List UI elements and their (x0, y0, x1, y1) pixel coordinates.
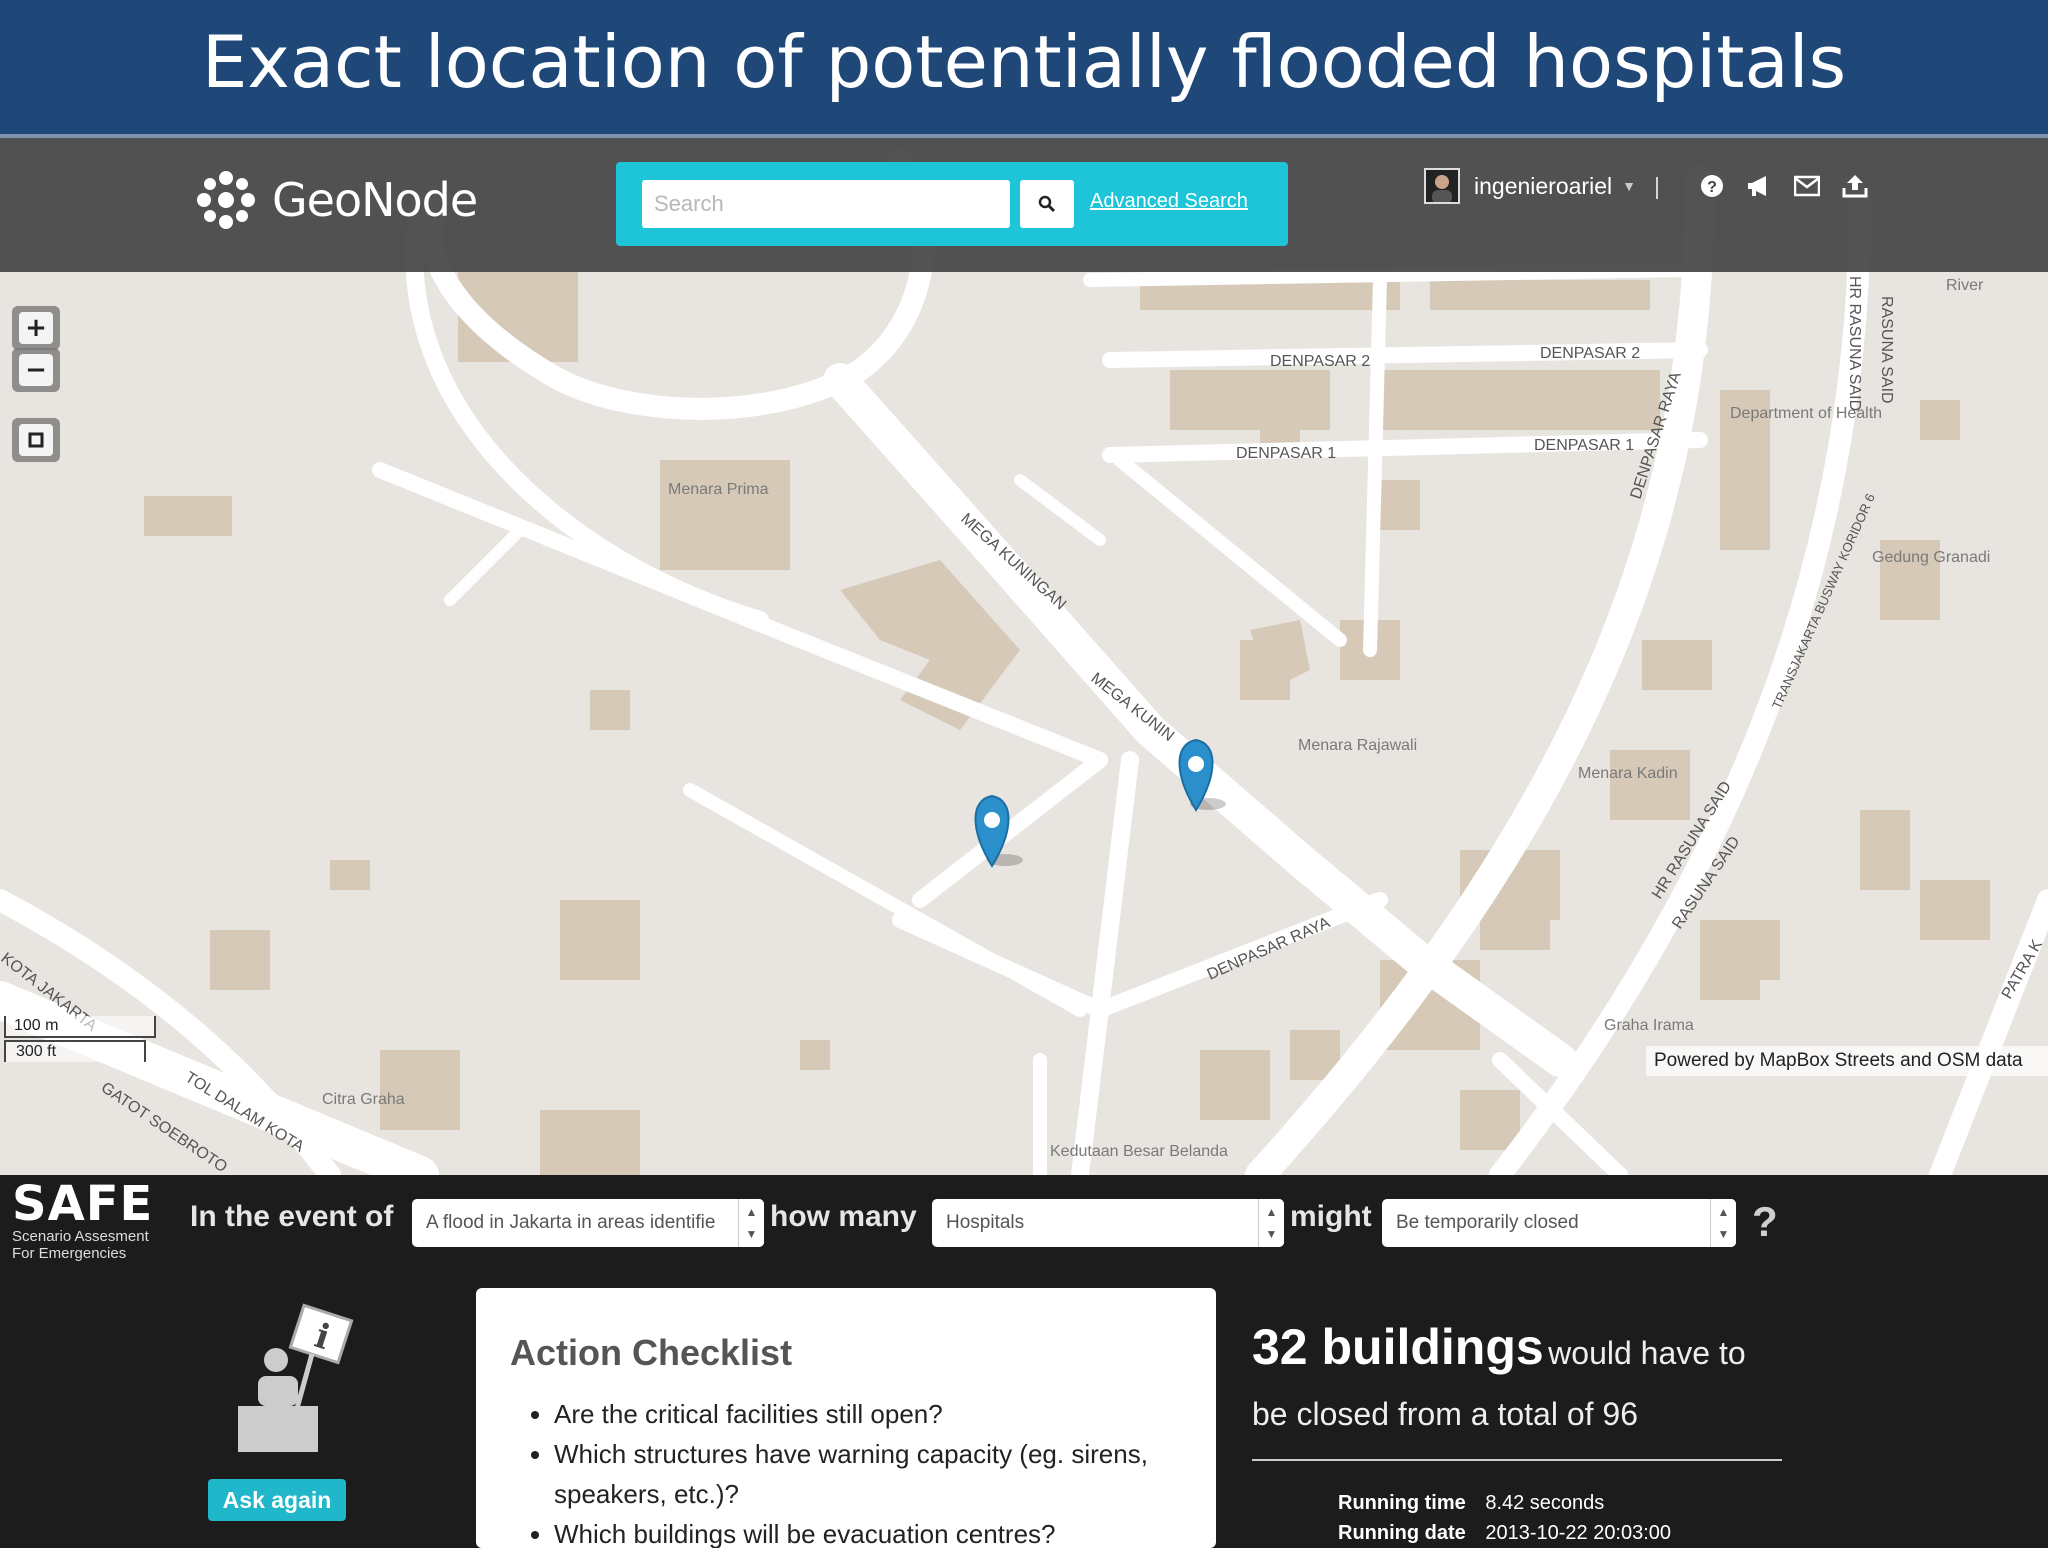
street-label: DENPASAR 1 (1534, 437, 1634, 454)
impact-select[interactable]: Be temporarily closed ▲ ▼ (1382, 1199, 1736, 1247)
zoom-extent-button[interactable] (12, 418, 60, 462)
place-label: Gedung Granadi (1872, 549, 1990, 566)
running-time-label: Running time (1338, 1492, 1466, 1514)
place-label: Graha Irama (1604, 1017, 1694, 1034)
select-arrows-icon: ▲ ▼ (1258, 1199, 1284, 1247)
map-tiles: DENPASAR 2 DENPASAR 2 DENPASAR 1 DENPASA… (0, 138, 2048, 1175)
user-avatar-icon (1432, 175, 1452, 202)
result-count: 32 buildings (1252, 1319, 1544, 1375)
exposure-select-value: Hospitals (946, 1212, 1025, 1233)
place-label: Kedutaan Besar Belanda (1050, 1143, 1228, 1160)
hazard-select-value: A flood in Jakarta in areas identifie (426, 1212, 716, 1233)
impact-select-value: Be temporarily closed (1396, 1212, 1579, 1233)
scale-imperial: 300 ft (4, 1040, 146, 1062)
running-time: Running time 8.42 seconds (1338, 1492, 1604, 1515)
geonode-flower-icon (197, 171, 255, 229)
svg-text:?: ? (1707, 179, 1717, 196)
action-checklist: Action Checklist Are the critical facili… (476, 1288, 1216, 1548)
question-how-many: how many (770, 1200, 917, 1233)
username[interactable]: ingenieroariel (1474, 173, 1612, 200)
safe-logo-line2: For Emergencies (12, 1245, 127, 1262)
checklist-title: Action Checklist (510, 1332, 793, 1373)
street-label: RASUNA SAID (1878, 296, 1895, 404)
list-item: Which structures have warning capacity (… (554, 1434, 1182, 1514)
safe-logo: SAFE Scenario Assesment For Emergencies (12, 1180, 153, 1262)
zoom-in-label: + (19, 312, 53, 344)
advanced-search-link[interactable]: Advanced Search (1090, 190, 1248, 213)
separator: | (1653, 172, 1660, 199)
safe-logo-title: SAFE (12, 1176, 154, 1232)
place-label: Menara Prima (668, 481, 769, 498)
upload-icon[interactable] (1842, 174, 1868, 198)
list-item: Are the critical facilities still open? (554, 1394, 1182, 1434)
help-icon[interactable]: ? (1700, 174, 1724, 198)
safe-logo-line1: Scenario Assesment (12, 1228, 149, 1245)
zoom-in-button[interactable]: + (12, 306, 60, 350)
avatar[interactable] (1424, 168, 1460, 204)
place-label: River (1946, 277, 1984, 294)
slide-title: Exact location of potentially flooded ho… (0, 0, 2048, 138)
place-label: Menara Rajawali (1298, 737, 1417, 754)
search-button[interactable] (1020, 180, 1074, 228)
caret-down-icon[interactable]: ▼ (1622, 178, 1636, 194)
map-canvas[interactable]: DENPASAR 2 DENPASAR 2 DENPASAR 1 DENPASA… (0, 138, 2048, 1175)
street-label: DENPASAR 1 (1236, 445, 1336, 462)
search-bar: Advanced Search (616, 162, 1288, 246)
zoom-out-button[interactable]: − (12, 348, 60, 392)
result-total: be closed from a total of 96 (1252, 1396, 1638, 1432)
user-menu: ingenieroariel ▼ | ? (1424, 168, 1868, 204)
information-desk-icon: i (230, 1302, 370, 1457)
geonode-logo[interactable]: GeoNode (194, 168, 478, 232)
running-date: Running date 2013-10-22 20:03:00 (1338, 1522, 1671, 1545)
hazard-select[interactable]: A flood in Jakarta in areas identifie ▲ ▼ (412, 1199, 764, 1247)
square-icon (19, 424, 53, 456)
scale-metric: 100 m (4, 1016, 156, 1038)
mail-icon[interactable] (1793, 175, 1820, 197)
place-label: Department of Health (1730, 405, 1882, 422)
street-label: DENPASAR 2 (1540, 345, 1640, 362)
select-arrows-icon: ▲ ▼ (1710, 1199, 1736, 1247)
street-label: DENPASAR 2 (1270, 353, 1370, 370)
checklist-items: Are the critical facilities still open? … (510, 1394, 1182, 1548)
impact-result: 32 buildings would have to be closed fro… (1252, 1318, 1782, 1461)
street-label: HR RASUNA SAID (1846, 276, 1863, 411)
search-icon (1038, 195, 1056, 213)
exposure-select[interactable]: Hospitals ▲ ▼ (932, 1199, 1284, 1247)
running-time-value: 8.42 seconds (1485, 1492, 1605, 1514)
list-item: Which buildings will be evacuation centr… (554, 1514, 1182, 1548)
place-label: Menara Kadin (1578, 765, 1678, 782)
brand-name: GeoNode (272, 173, 478, 227)
running-date-value: 2013-10-22 20:03:00 (1485, 1522, 1672, 1544)
divider (1252, 1459, 1782, 1461)
megaphone-icon[interactable] (1746, 174, 1772, 198)
zoom-out-label: − (19, 354, 53, 386)
ask-again-button[interactable]: Ask again (208, 1479, 346, 1521)
select-arrows-icon: ▲ ▼ (738, 1199, 764, 1247)
map-attribution: Powered by MapBox Streets and OSM data (1646, 1046, 2048, 1076)
result-text: would have to (1548, 1335, 1746, 1371)
help-question-button[interactable]: ? (1752, 1198, 1778, 1246)
question-might: might (1290, 1200, 1372, 1233)
place-label: Citra Graha (322, 1091, 405, 1108)
search-input[interactable] (642, 180, 1010, 228)
running-date-label: Running date (1338, 1522, 1466, 1544)
question-in-event: In the event of (190, 1200, 394, 1233)
